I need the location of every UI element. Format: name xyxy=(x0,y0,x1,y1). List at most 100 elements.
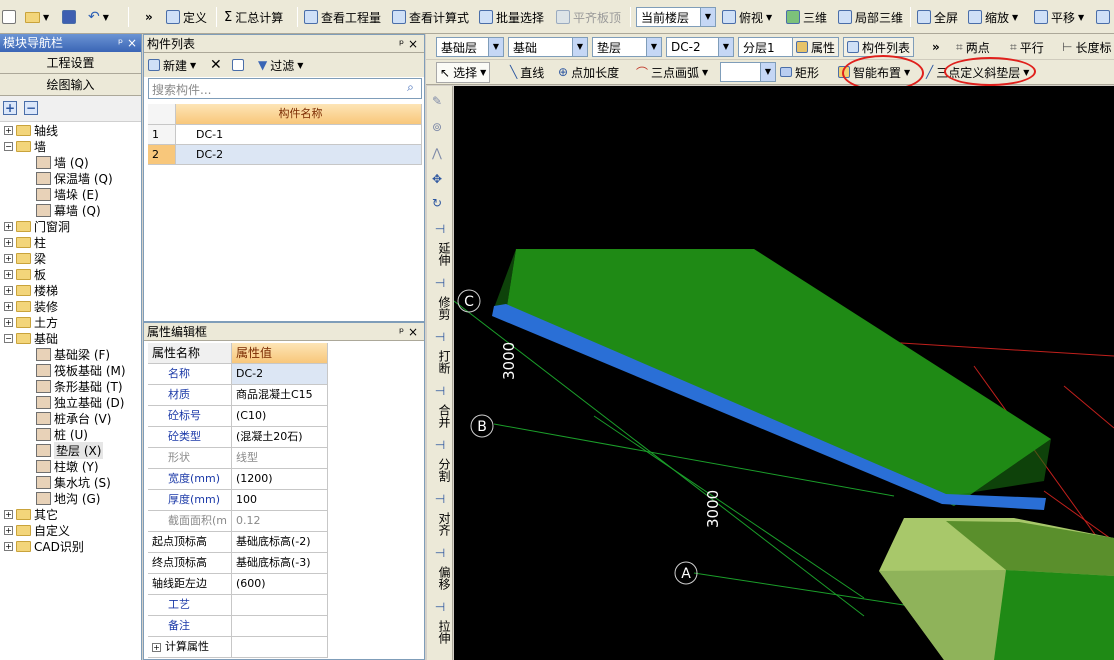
rectangle-button[interactable]: 矩形 xyxy=(780,62,819,82)
expand-icon[interactable]: + xyxy=(4,221,13,231)
filter-button[interactable]: ▼ 过滤 ▼ xyxy=(258,55,303,75)
side-tool-5[interactable]: 对齐 xyxy=(429,508,451,540)
side-tool-0[interactable]: 延伸 xyxy=(429,238,451,270)
property-value[interactable]: (600) xyxy=(232,574,328,595)
two-point-button[interactable]: ⌗ 两点 xyxy=(956,37,990,57)
expand-icon[interactable]: + xyxy=(4,509,13,519)
move-icon[interactable]: ✥ xyxy=(432,172,442,186)
component-row[interactable]: DC-1 xyxy=(176,125,422,145)
type-select[interactable]: 垫层 ▼ xyxy=(592,37,662,57)
undo-icon[interactable]: ↶ ▼ xyxy=(88,7,109,27)
search-icon[interactable]: ⌕ xyxy=(402,80,419,97)
tree-item[interactable]: + 梁 xyxy=(4,250,46,266)
tree-item[interactable]: − 基础 xyxy=(4,330,58,346)
expand-icon[interactable]: + xyxy=(4,285,13,295)
expand-icon[interactable]: + xyxy=(4,301,13,311)
expand-icon[interactable]: + xyxy=(4,525,13,535)
tree-item[interactable]: + 柱 xyxy=(4,234,46,250)
component-name-column[interactable]: 构件名称 xyxy=(176,104,422,125)
expand-icon[interactable]: + xyxy=(4,125,13,135)
tree-item[interactable]: 桩 (U) xyxy=(36,426,88,442)
arc-option-select[interactable]: ▼ xyxy=(720,62,776,82)
zoom-button[interactable]: 缩放 ▼ xyxy=(968,7,1018,27)
mirror-icon[interactable]: ⋀ xyxy=(432,146,442,160)
collapse-all-icon[interactable]: − xyxy=(24,101,38,115)
new-component-button[interactable]: 新建 ▼ xyxy=(148,55,196,75)
attributes-button[interactable]: 属性 xyxy=(792,37,840,57)
tree-item[interactable]: + 楼梯 xyxy=(4,282,58,298)
collapse-icon[interactable]: − xyxy=(4,141,13,151)
fullscreen-button[interactable]: 全屏 xyxy=(917,7,958,27)
category-select[interactable]: 基础 ▼ xyxy=(508,37,588,57)
expand-icon[interactable]: + xyxy=(4,237,13,247)
side-tool-2[interactable]: 打断 xyxy=(429,346,451,378)
save-icon[interactable] xyxy=(62,7,76,27)
side-tool-6[interactable]: 偏移 xyxy=(429,562,451,594)
tree-item[interactable]: − 墙 xyxy=(4,138,46,154)
copy-icon[interactable] xyxy=(232,55,244,75)
delete-icon[interactable]: ✕ xyxy=(210,55,222,75)
collapse-icon[interactable]: − xyxy=(4,333,13,343)
property-value[interactable]: (C10) xyxy=(232,406,328,427)
tree-item[interactable]: 保温墙 (Q) xyxy=(36,170,113,186)
floor-select[interactable]: 当前楼层 ▼ xyxy=(636,7,716,27)
pan-button[interactable]: 平移 ▼ xyxy=(1034,7,1084,27)
tree-item[interactable]: 桩承台 (V) xyxy=(36,410,111,426)
property-value[interactable]: (1200) xyxy=(232,469,328,490)
batch-select-button[interactable]: 批量选择 xyxy=(479,7,544,27)
tree-item[interactable]: 集水坑 (S) xyxy=(36,474,111,490)
tree-item[interactable]: 墙 (Q) xyxy=(36,154,89,170)
nav-pin-close-icon[interactable]: ᵖ × xyxy=(118,34,137,52)
toolbar-chevron[interactable]: » xyxy=(145,7,153,27)
toolbar-chevron[interactable]: » xyxy=(932,37,940,57)
view-quantity-button[interactable]: 查看工程量 xyxy=(304,7,381,27)
component-row[interactable]: DC-2 xyxy=(176,145,422,165)
component-select[interactable]: DC-2 ▼ xyxy=(666,37,734,57)
property-value[interactable] xyxy=(232,595,328,616)
side-tool-7[interactable]: 拉伸 xyxy=(429,616,451,648)
property-value[interactable]: 商品混凝土C15 xyxy=(232,385,328,406)
parallel-button[interactable]: ⌗ 平行 xyxy=(1010,37,1044,57)
tree-item[interactable]: 幕墙 (Q) xyxy=(36,202,101,218)
3d-view-button[interactable]: 三维 xyxy=(786,7,827,27)
tree-item[interactable]: + 轴线 xyxy=(4,122,58,138)
property-value[interactable]: 0.12 xyxy=(232,511,328,532)
property-value[interactable]: (混凝土20石) xyxy=(232,427,328,448)
tree-item[interactable]: + 装修 xyxy=(4,298,58,314)
select-button[interactable]: ↖ 选择 ▼ xyxy=(436,62,491,83)
tree-item[interactable]: 地沟 (G) xyxy=(36,490,100,506)
align-slab-top-button[interactable]: 平齐板顶 xyxy=(556,7,621,27)
view-formula-button[interactable]: 查看计算式 xyxy=(392,7,469,27)
tree-item[interactable]: + 其它 xyxy=(4,506,58,522)
tree-item[interactable]: + 门窗洞 xyxy=(4,218,70,234)
layer-select[interactable]: 基础层 ▼ xyxy=(436,37,504,57)
expand-icon[interactable]: + xyxy=(4,253,13,263)
tree-item[interactable]: 柱墩 (Y) xyxy=(36,458,99,474)
expand-icon[interactable]: + xyxy=(4,541,13,551)
expand-all-icon[interactable]: + xyxy=(3,101,17,115)
brush-icon[interactable]: ✎ xyxy=(432,94,442,108)
summary-calc-button[interactable]: Σ 汇总计算 xyxy=(224,7,283,27)
tree-item[interactable]: 独立基础 (D) xyxy=(36,394,124,410)
expand-icon[interactable]: + xyxy=(152,643,161,652)
tree-item[interactable]: + CAD识别 xyxy=(4,538,84,554)
property-value[interactable]: DC-2 xyxy=(232,364,328,385)
rotate-icon[interactable] xyxy=(1096,7,1110,27)
panel-close-icon[interactable]: ᵖ × xyxy=(399,323,418,341)
tree-item[interactable]: + 土方 xyxy=(4,314,58,330)
open-file-icon[interactable]: ▼ xyxy=(25,7,49,27)
side-tool-1[interactable]: 修剪 xyxy=(429,292,451,324)
property-value[interactable]: 基础底标高(-3) xyxy=(232,553,328,574)
line-button[interactable]: ╲ 直线 xyxy=(510,62,544,82)
tree-item[interactable]: 条形基础 (T) xyxy=(36,378,123,394)
local-3d-button[interactable]: 局部三维 xyxy=(838,7,903,27)
component-list-button[interactable]: 构件列表 xyxy=(843,37,915,57)
project-settings-tab[interactable]: 工程设置 xyxy=(0,52,141,74)
top-view-button[interactable]: 俯视 ▼ xyxy=(722,7,772,27)
property-value[interactable]: 100 xyxy=(232,490,328,511)
expand-icon[interactable]: + xyxy=(4,269,13,279)
define-button[interactable]: 定义 xyxy=(166,7,207,27)
side-tool-4[interactable]: 分割 xyxy=(429,454,451,486)
property-value[interactable] xyxy=(232,637,328,658)
drawing-input-tab[interactable]: 绘图输入 xyxy=(0,74,141,96)
